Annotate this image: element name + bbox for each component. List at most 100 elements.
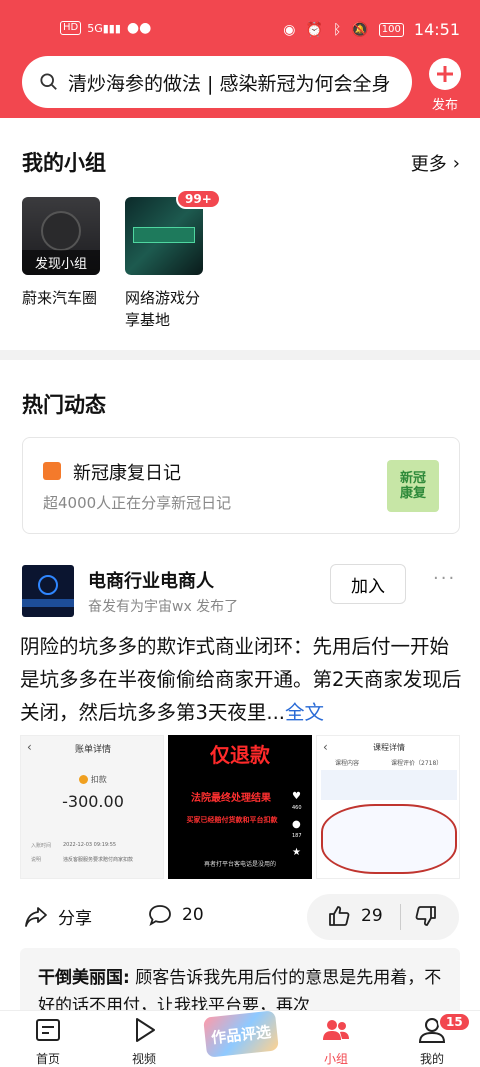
image-comments: 187 — [292, 833, 302, 839]
comment-author: 干倒美丽国: — [38, 968, 130, 988]
image-tag-text: 扣款 — [90, 775, 107, 784]
more-groups-link[interactable]: 更多 › — [411, 150, 460, 176]
thumb-text: 康复 — [399, 486, 426, 501]
status-bar: HD 5G▮▮▮ ●● ◉ ⏰ ᛒ 🔕 100 14:51 — [0, 0, 480, 40]
section-divider — [0, 350, 480, 360]
image-likes: 460 — [292, 805, 302, 811]
me-badge: 15 — [438, 1012, 471, 1032]
search-input[interactable]: 清炒海参的做法 | 感染新冠为何会全身 — [68, 69, 390, 96]
image-text-block — [321, 770, 457, 800]
signal-icon: 5G▮▮▮ — [87, 21, 121, 35]
nav-label: 首页 — [35, 1052, 60, 1066]
hot-topic-card[interactable]: 新冠康复日记 超4000人正在分享新冠日记 新冠 康复 — [22, 437, 460, 534]
comment-button[interactable]: 20 — [148, 904, 204, 926]
top-comment[interactable]: 干倒美丽国: 顾客告诉我先用后付的意思是先用着，不好的话不用付，让我找平台要，再… — [20, 948, 460, 1018]
share-icon — [25, 906, 47, 927]
image-headline: 仅退款 — [210, 743, 270, 767]
my-groups-title: 我的小组 — [22, 151, 106, 175]
image-row-value: 2022-12-03 09:19:55 — [63, 842, 117, 848]
image-amount: -300.00 — [62, 792, 124, 811]
dislike-button[interactable] — [414, 904, 438, 928]
post-body: 阴险的坑多多的欺诈式商业闭环：先用后付一开始是坑多多在半夜偷偷给商家开通。第2天… — [20, 635, 462, 724]
group-icon — [323, 1020, 349, 1040]
image-row-label: 入账时间 — [31, 843, 52, 849]
image-tag: 扣款 — [21, 774, 163, 785]
home-icon — [36, 1019, 60, 1041]
join-button[interactable]: 加入 — [330, 564, 406, 604]
publish-button[interactable]: 发布 — [425, 58, 465, 113]
fulltext-link[interactable]: 全文 — [285, 701, 324, 724]
star-icon: ★ — [292, 847, 301, 858]
post-image[interactable]: ‹ 账单详情 扣款 -300.00 入账时间 2022-12-03 09:19:… — [20, 735, 164, 879]
app-header: HD 5G▮▮▮ ●● ◉ ⏰ ᛒ 🔕 100 14:51 清炒海参的做法 | … — [0, 0, 480, 118]
like-count: 29 — [361, 906, 383, 926]
logo-bar — [22, 599, 74, 607]
publish-label: 发布 — [431, 98, 458, 113]
group-name: 网络游戏分享基地 — [125, 289, 201, 329]
image-title: 账单详情 — [74, 745, 111, 755]
nav-video[interactable]: 视频 — [104, 1015, 184, 1067]
post-text[interactable]: 阴险的坑多多的欺诈式商业闭环：先用后付一开始是坑多多在半夜偷偷给商家开通。第2天… — [20, 630, 462, 729]
post-meta: 奋发有为宇宙wx 发布了 — [88, 599, 239, 615]
image-line: 买家已经赔付货款和平台扣款 — [186, 816, 278, 824]
group-item[interactable]: 发现小组 蔚来汽车圈 — [22, 197, 112, 309]
logo-icon — [38, 575, 58, 595]
search-icon — [40, 73, 57, 90]
game-banner-image — [133, 227, 195, 243]
mute-icon: 🔕 — [351, 21, 369, 38]
comment-icon — [149, 905, 171, 926]
plus-icon — [429, 58, 461, 90]
post-author[interactable]: 电商行业电商人 — [88, 567, 214, 593]
nav-home[interactable]: 首页 — [8, 1015, 88, 1067]
battery-indicator: 100 — [378, 22, 404, 37]
group-thumb-caption: 发现小组 — [22, 250, 100, 275]
car-logo-icon — [41, 211, 81, 251]
heart-icon: ♥ — [292, 791, 301, 802]
thumbs-up-icon — [329, 906, 350, 926]
image-line: 再者打平台客电话是没用的 — [203, 861, 276, 868]
image-line: 法院最终处理结果 — [191, 793, 271, 804]
hot-topic-title: 新冠康复日记 — [73, 463, 181, 484]
chevron-right-icon: › — [452, 152, 460, 174]
post-image[interactable]: ‹ 课程详情 课程内容 课程评价（2718） — [316, 735, 460, 879]
nav-label: 我的 — [419, 1052, 444, 1066]
unread-badge: 99+ — [176, 189, 221, 209]
group-item[interactable]: 网络游戏分享基地 — [125, 197, 215, 331]
eye-icon: ◉ — [283, 21, 296, 38]
image-title: 课程详情 — [373, 743, 405, 752]
hot-title: 热门动态 — [22, 393, 106, 417]
avatar[interactable] — [22, 565, 74, 617]
nav-label: 小组 — [323, 1052, 348, 1066]
nav-works-selection[interactable]: 作品评选 — [203, 1010, 279, 1058]
annotation-circle — [321, 804, 457, 874]
share-label: 分享 — [58, 909, 92, 929]
search-bar[interactable]: 清炒海参的做法 | 感染新冠为何会全身 — [22, 56, 412, 108]
play-icon — [136, 1018, 155, 1042]
wechat-icon: ●● — [126, 20, 152, 36]
clock: 14:51 — [413, 20, 460, 39]
deduct-icon — [79, 775, 89, 784]
alarm-icon: ⏰ — [305, 21, 323, 38]
comment-icon: ● — [292, 819, 301, 830]
hd-indicator: HD — [60, 21, 82, 35]
hot-topic-subtitle: 超4000人正在分享新冠日记 — [43, 494, 232, 512]
image-row-value: 违反客服服务要求赔付商家扣款 — [63, 857, 134, 863]
pill-divider — [400, 904, 401, 930]
nav-label: 视频 — [131, 1052, 156, 1066]
more-options-icon[interactable]: ··· — [433, 568, 456, 589]
group-name: 蔚来汽车圈 — [22, 289, 98, 307]
group-thumb: 发现小组 — [22, 197, 100, 275]
nav-groups[interactable]: 小组 — [296, 1015, 376, 1067]
thumbs-down-icon — [415, 906, 436, 926]
share-button[interactable]: 分享 — [24, 904, 92, 929]
like-button[interactable]: 29 — [327, 904, 383, 928]
thumb-text: 新冠 — [399, 471, 426, 486]
more-label: 更多 — [410, 154, 447, 175]
flag-icon — [43, 462, 61, 480]
hot-topic-thumb: 新冠 康复 — [387, 460, 439, 512]
comment-count: 20 — [182, 905, 204, 925]
image-tab: 课程评价（2718） — [391, 760, 443, 767]
bluetooth-icon: ᛒ — [332, 21, 342, 38]
post-image[interactable]: 仅退款 法院最终处理结果 买家已经赔付货款和平台扣款 再者打平台客电话是没用的 … — [168, 735, 312, 879]
image-row-label: 说明 — [31, 857, 42, 863]
